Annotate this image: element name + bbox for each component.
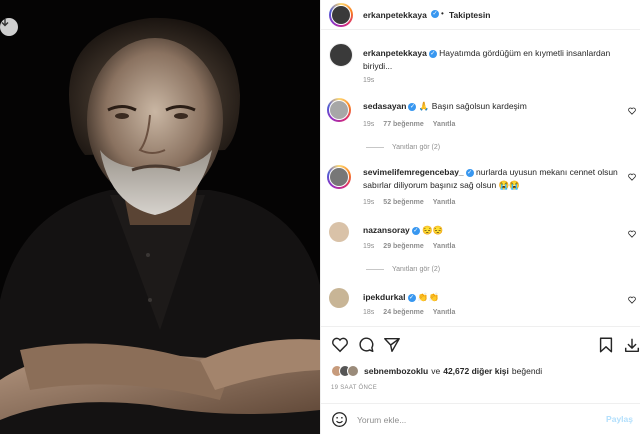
post-time[interactable]: 19 SAAT ÖNCE (331, 385, 377, 391)
comment-likes[interactable]: 24 beğenme (383, 309, 423, 316)
comment-input[interactable] (357, 412, 587, 428)
view-replies[interactable]: Yanıtları gör (2) (366, 144, 440, 151)
bookmark-icon[interactable] (597, 336, 615, 354)
portrait-image (0, 0, 320, 434)
comment-likes[interactable]: 52 beğenme (383, 199, 423, 206)
caption-age[interactable]: 19s (363, 77, 374, 84)
post-photo[interactable] (0, 0, 320, 434)
reply-button[interactable]: Yanıtla (433, 309, 456, 316)
comment-text: 😔😔 (422, 225, 444, 235)
verified-badge-icon: ✓ (431, 10, 439, 18)
comment-meta: 19s 77 beğenme Yanıtla (363, 121, 455, 128)
heart-icon[interactable] (628, 173, 636, 181)
post-side-panel: erkanpetekkaya ✓ • Takiptesin erkanpetek… (320, 0, 640, 434)
download-icon (1, 19, 9, 27)
post-actions: sebnembozoklu ve 42,672 diğer kişi beğen… (321, 326, 640, 434)
comment-avatar[interactable] (327, 165, 351, 189)
verified-badge-icon: ✓ (465, 168, 474, 177)
comment-meta: 19s 29 beğenme Yanıtla (363, 243, 455, 250)
heart-icon[interactable] (628, 230, 636, 238)
first-liker[interactable]: sebnembozoklu (364, 366, 428, 376)
verified-badge-icon: ✓ (407, 293, 416, 302)
post-header: erkanpetekkaya ✓ • Takiptesin (321, 0, 640, 30)
reply-button[interactable]: Yanıtla (433, 121, 456, 128)
comment-username[interactable]: nazansoray (363, 225, 410, 235)
comment-text: 🙏 Başın sağolsun kardeşim (418, 101, 527, 111)
follow-status[interactable]: Takiptesin (449, 10, 490, 20)
separator-dot: • (441, 9, 444, 18)
comment-2: sevimelifemregencebay_ ✓ nurlarda uyusun … (363, 166, 633, 192)
comment-text: 👏👏 (417, 292, 440, 302)
comment-icon[interactable] (357, 336, 375, 354)
comment-meta: 19s 52 beğenme Yanıtla (363, 199, 455, 206)
likes-suffix: beğendi (511, 366, 543, 376)
download-button[interactable] (0, 18, 18, 36)
download-icon[interactable] (623, 336, 640, 354)
comment-username[interactable]: sedasayan (363, 101, 406, 111)
add-comment-bar: Paylaş (321, 403, 640, 434)
comment-avatar[interactable] (329, 222, 349, 242)
caption-avatar[interactable] (329, 43, 353, 67)
reply-button[interactable]: Yanıtla (433, 199, 456, 206)
comment-meta: 18s 24 beğenme Yanıtla (363, 309, 455, 316)
comment-username[interactable]: sevimelifemregencebay_ (363, 167, 464, 177)
share-icon[interactable] (383, 336, 401, 354)
heart-icon[interactable] (628, 296, 636, 304)
heart-icon[interactable] (628, 107, 636, 115)
view-replies[interactable]: Yanıtları gör (2) (366, 266, 440, 273)
author-username[interactable]: erkanpetekkaya (363, 10, 427, 20)
reply-button[interactable]: Yanıtla (433, 243, 456, 250)
comment-3: nazansoray ✓ 😔😔 (363, 224, 623, 237)
comment-4: ipekdurkal ✓ 👏👏 (363, 291, 623, 304)
liker-avatar[interactable] (347, 365, 359, 377)
verified-badge-icon: ✓ (428, 49, 437, 58)
caption-username[interactable]: erkanpetekkaya (363, 48, 427, 58)
verified-badge-icon: ✓ (411, 226, 420, 235)
comment-1: sedasayan ✓ 🙏 Başın sağolsun kardeşim (363, 100, 623, 113)
comment-avatar[interactable] (327, 98, 351, 122)
comment-age[interactable]: 18s (363, 309, 374, 316)
comment-age[interactable]: 19s (363, 121, 374, 128)
caption: erkanpetekkaya ✓ Hayatımda gördüğüm en kı… (363, 47, 633, 73)
comment-likes[interactable]: 29 beğenme (383, 243, 423, 250)
likes-summary: sebnembozoklu ve 42,672 diğer kişi beğen… (331, 365, 542, 377)
comment-username[interactable]: ipekdurkal (363, 292, 406, 302)
verified-badge-icon: ✓ (408, 102, 417, 111)
emoji-icon[interactable] (331, 411, 348, 428)
comment-age[interactable]: 19s (363, 199, 374, 206)
comment-age[interactable]: 19s (363, 243, 374, 250)
likes-and: ve (431, 366, 441, 376)
heart-icon[interactable] (331, 336, 349, 354)
other-likers[interactable]: 42,672 diğer kişi (443, 366, 509, 376)
post-comment-button[interactable]: Paylaş (606, 414, 633, 424)
author-avatar[interactable] (329, 3, 353, 27)
comment-avatar[interactable] (329, 288, 349, 308)
comment-likes[interactable]: 77 beğenme (383, 121, 423, 128)
